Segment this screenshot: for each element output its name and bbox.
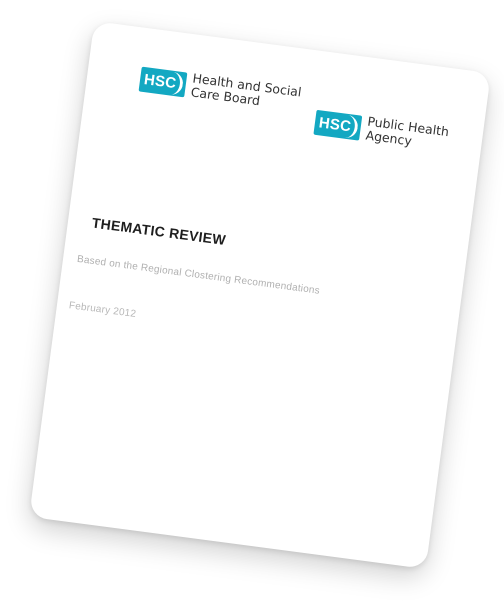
hscb-logo: HSC Health and Social Care Board	[138, 65, 302, 114]
hsc-badge-text: HSC	[143, 70, 178, 92]
hsc-badge-text: HSC	[317, 113, 353, 135]
hsc-logo-icon: HSC	[313, 109, 363, 141]
scene: HSC Health and Social Care Board HSC Pub…	[0, 0, 504, 612]
document-date: February 2012	[68, 300, 137, 320]
document-subtitle: Based on the Regional Clostering Recomme…	[76, 253, 321, 297]
organisation-name: Public Health Agency	[365, 114, 450, 153]
pha-logo: HSC Public Health Agency	[313, 108, 450, 153]
organisation-name: Health and Social Care Board	[190, 70, 302, 113]
hsc-logo-icon: HSC	[138, 66, 188, 97]
document-title: THEMATIC REVIEW	[90, 214, 227, 248]
document-cover: HSC Health and Social Care Board HSC Pub…	[29, 21, 491, 569]
